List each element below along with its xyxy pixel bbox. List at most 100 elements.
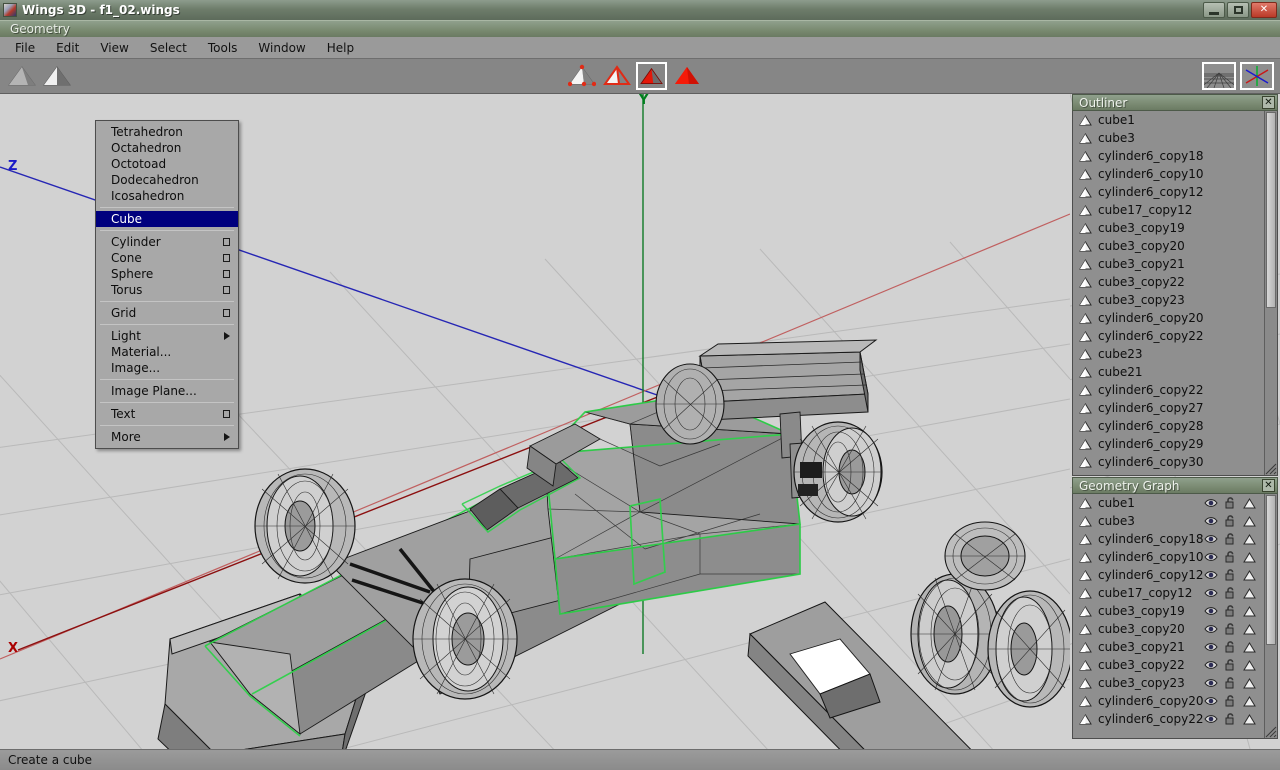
menu-item-sphere[interactable]: Sphere	[96, 266, 238, 282]
wireframe-icon[interactable]	[1243, 534, 1256, 545]
menu-item-cylinder[interactable]: Cylinder	[96, 234, 238, 250]
object-row[interactable]: cube3_copy20	[1073, 620, 1264, 638]
object-row[interactable]: cube3_copy19	[1073, 219, 1264, 237]
object-row[interactable]: cube21	[1073, 363, 1264, 381]
object-row[interactable]: cube3_copy19	[1073, 602, 1264, 620]
geometry-graph-close-button[interactable]: ✕	[1262, 479, 1275, 492]
menu-tools[interactable]: Tools	[199, 39, 247, 57]
option-box-icon[interactable]	[223, 254, 230, 262]
unlock-icon[interactable]	[1225, 569, 1236, 581]
object-row[interactable]: cube1	[1073, 494, 1264, 512]
object-row[interactable]: cube3_copy23	[1073, 674, 1264, 692]
menu-item-image[interactable]: Image...	[96, 360, 238, 376]
option-box-icon[interactable]	[223, 286, 230, 294]
menu-item-text[interactable]: Text	[96, 406, 238, 422]
menu-file[interactable]: File	[6, 39, 44, 57]
outliner-scroll-thumb[interactable]	[1266, 112, 1276, 308]
menu-item-octotoad[interactable]: Octotoad	[96, 156, 238, 172]
unlock-icon[interactable]	[1225, 659, 1236, 671]
menu-item-cone[interactable]: Cone	[96, 250, 238, 266]
wireframe-icon[interactable]	[1243, 606, 1256, 617]
menu-item-icosahedron[interactable]: Icosahedron	[96, 188, 238, 204]
eye-icon[interactable]	[1204, 588, 1218, 598]
unlock-icon[interactable]	[1225, 623, 1236, 635]
eye-icon[interactable]	[1204, 570, 1218, 580]
menu-edit[interactable]: Edit	[47, 39, 88, 57]
object-row[interactable]: cube3	[1073, 512, 1264, 530]
option-box-icon[interactable]	[223, 270, 230, 278]
geometry-graph-scroll-thumb[interactable]	[1266, 495, 1276, 645]
unlock-icon[interactable]	[1225, 605, 1236, 617]
menu-item-more[interactable]: More	[96, 429, 238, 445]
menu-item-tetrahedron[interactable]: Tetrahedron	[96, 124, 238, 140]
object-row[interactable]: cylinder6_copy12	[1073, 566, 1264, 584]
wireframe-icon[interactable]	[1243, 516, 1256, 527]
menu-item-dodecahedron[interactable]: Dodecahedron	[96, 172, 238, 188]
wireframe-icon[interactable]	[1243, 714, 1256, 725]
option-box-icon[interactable]	[223, 309, 230, 317]
object-row[interactable]: cylinder6_copy22	[1073, 327, 1264, 345]
wireframe-icon[interactable]	[1243, 642, 1256, 653]
wireframe-icon[interactable]	[1243, 552, 1256, 563]
body-mode-icon[interactable]	[671, 62, 702, 90]
wireframe-icon[interactable]	[1243, 696, 1256, 707]
vertex-mode-icon[interactable]	[566, 62, 597, 90]
object-row[interactable]: cube1	[1073, 111, 1264, 129]
object-row[interactable]: cube17_copy12	[1073, 584, 1264, 602]
unlock-icon[interactable]	[1225, 515, 1236, 527]
object-row[interactable]: cylinder6_copy12	[1073, 183, 1264, 201]
axes-icon[interactable]	[1240, 62, 1274, 90]
menu-view[interactable]: View	[91, 39, 137, 57]
object-row[interactable]: cylinder6_copy30	[1073, 453, 1264, 471]
unlock-icon[interactable]	[1225, 713, 1236, 725]
object-row[interactable]: cylinder6_copy22	[1073, 381, 1264, 399]
eye-icon[interactable]	[1204, 624, 1218, 634]
object-row[interactable]: cube3	[1073, 129, 1264, 147]
object-row[interactable]: cylinder6_copy10	[1073, 165, 1264, 183]
object-row[interactable]: cube3_copy21	[1073, 255, 1264, 273]
menu-select[interactable]: Select	[141, 39, 196, 57]
eye-icon[interactable]	[1204, 678, 1218, 688]
object-row[interactable]: cylinder6_copy20	[1073, 309, 1264, 327]
eye-icon[interactable]	[1204, 516, 1218, 526]
eye-icon[interactable]	[1204, 642, 1218, 652]
minimize-button[interactable]	[1203, 2, 1225, 18]
object-row[interactable]: cylinder6_copy29	[1073, 435, 1264, 453]
menu-item-torus[interactable]: Torus	[96, 282, 238, 298]
menu-window[interactable]: Window	[249, 39, 314, 57]
geometry-graph-scrollbar[interactable]	[1264, 494, 1277, 738]
wireframe-icon[interactable]	[1243, 678, 1256, 689]
outliner-close-button[interactable]: ✕	[1262, 96, 1275, 109]
object-row[interactable]: cube3_copy22	[1073, 656, 1264, 674]
menu-item-image-plane[interactable]: Image Plane...	[96, 383, 238, 399]
unlock-icon[interactable]	[1225, 695, 1236, 707]
menu-item-cube[interactable]: Cube	[96, 211, 238, 227]
edge-mode-icon[interactable]	[601, 62, 632, 90]
object-row[interactable]: cylinder6_copy28	[1073, 417, 1264, 435]
object-row[interactable]: cube23	[1073, 345, 1264, 363]
menu-item-material[interactable]: Material...	[96, 344, 238, 360]
close-button[interactable]: ✕	[1251, 2, 1277, 18]
wireframe-icon[interactable]	[1243, 498, 1256, 509]
ground-plane-icon[interactable]	[1202, 62, 1236, 90]
outliner-list[interactable]: cube1cube3cylinder6_copy18cylinder6_copy…	[1073, 111, 1264, 475]
object-row[interactable]: cylinder6_copy22	[1073, 710, 1264, 728]
eye-icon[interactable]	[1204, 714, 1218, 724]
menu-item-light[interactable]: Light	[96, 328, 238, 344]
option-box-icon[interactable]	[223, 410, 230, 418]
unlock-icon[interactable]	[1225, 641, 1236, 653]
menu-help[interactable]: Help	[318, 39, 363, 57]
eye-icon[interactable]	[1204, 552, 1218, 562]
geometry-graph-list[interactable]: cube1cube3cylinder6_copy18 cylinder6_copy…	[1073, 494, 1264, 738]
unlock-icon[interactable]	[1225, 497, 1236, 509]
object-row[interactable]: cylinder6_copy27	[1073, 399, 1264, 417]
wireframe-icon[interactable]	[1243, 570, 1256, 581]
option-box-icon[interactable]	[223, 238, 230, 246]
object-row[interactable]: cylinder6_copy18	[1073, 530, 1264, 548]
object-row[interactable]: cylinder6_copy20	[1073, 692, 1264, 710]
wireframe-icon[interactable]	[1243, 588, 1256, 599]
eye-icon[interactable]	[1204, 534, 1218, 544]
unlock-icon[interactable]	[1225, 533, 1236, 545]
object-row[interactable]: cylinder6_copy18	[1073, 147, 1264, 165]
object-row[interactable]: cube3_copy21	[1073, 638, 1264, 656]
